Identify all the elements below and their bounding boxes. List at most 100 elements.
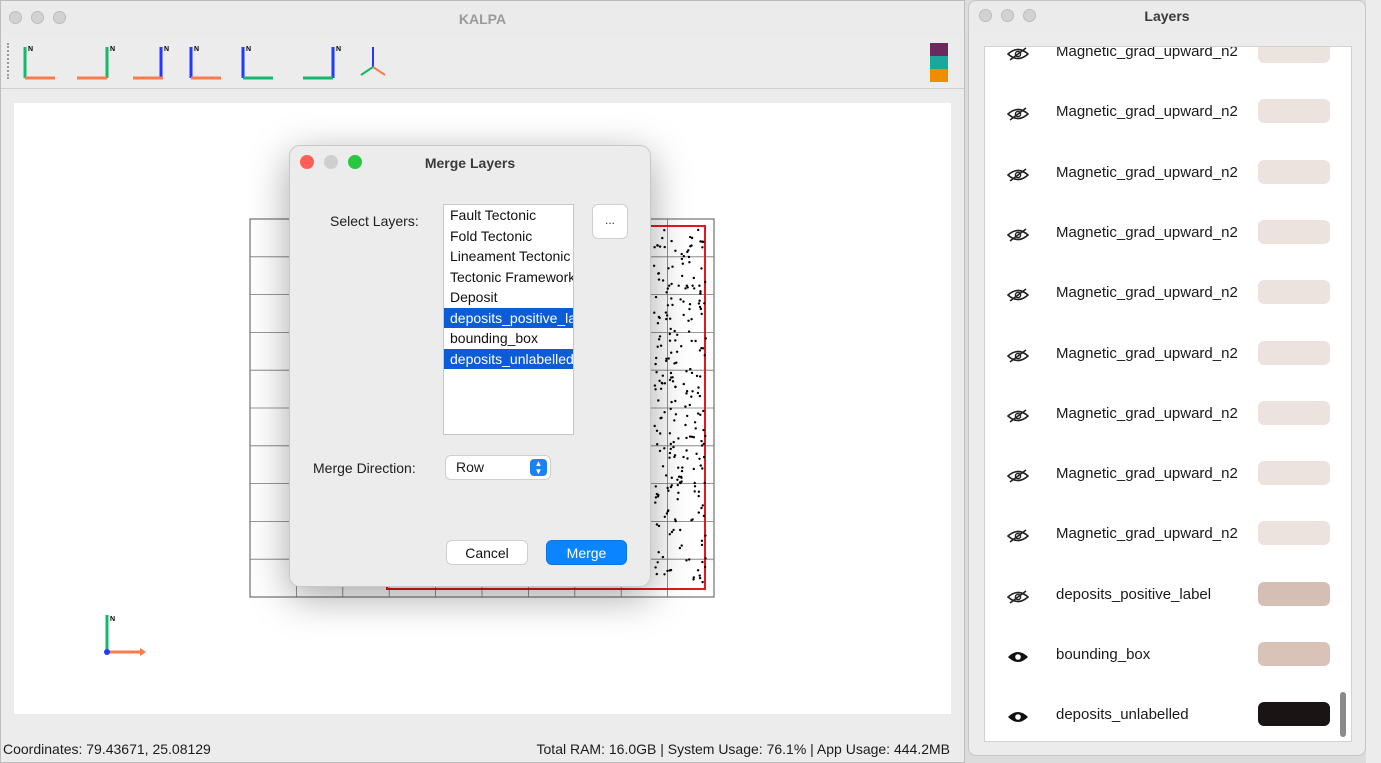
deposit-point — [686, 286, 689, 289]
layers-zoom-button[interactable] — [1023, 9, 1036, 22]
deposit-point — [702, 514, 706, 518]
close-button[interactable] — [9, 11, 22, 24]
deposit-point — [679, 298, 682, 301]
deposit-point — [680, 476, 683, 479]
layer-option[interactable]: deposits_unlabelled — [444, 348, 573, 369]
layer-option[interactable]: Deposit — [444, 287, 573, 308]
layer-color-swatch[interactable] — [1258, 280, 1330, 305]
deposit-point — [654, 496, 658, 499]
layer-row[interactable]: Magnetic_grad_upward_n2 — [985, 149, 1351, 209]
deposit-point — [699, 413, 702, 416]
deposit-point — [689, 367, 692, 371]
deposit-point — [654, 362, 657, 366]
merge-layers-dialog: Merge Layers Select Layers: Fault Tecton… — [289, 145, 651, 587]
layers-close-button[interactable] — [979, 9, 992, 22]
layer-color-swatch[interactable] — [1258, 219, 1330, 244]
select-layers-list[interactable]: Fault Tectonic Fold Tectonic Lineament Tec… — [443, 204, 574, 435]
more-options-button[interactable]: ... — [592, 204, 628, 239]
deposit-point — [698, 349, 702, 352]
deposit-point — [701, 560, 704, 564]
zoom-button[interactable] — [53, 11, 66, 24]
axis-view-3d-icon[interactable] — [360, 47, 386, 76]
deposit-point — [704, 534, 707, 537]
layer-color-swatch[interactable] — [1258, 702, 1330, 727]
layer-row[interactable]: Magnetic_grad_upward_n2 — [985, 47, 1351, 88]
layer-color-swatch[interactable] — [1258, 159, 1330, 184]
deposit-point — [697, 228, 700, 232]
swatch-purple[interactable] — [930, 43, 948, 56]
deposit-point — [674, 385, 677, 388]
deposit-point — [670, 351, 673, 354]
deposit-point — [678, 481, 682, 484]
layer-option[interactable]: bounding_box — [444, 328, 573, 349]
layers-minimize-button[interactable] — [1001, 9, 1014, 22]
layers-scrollbar[interactable] — [1340, 692, 1346, 737]
axis-view-4-icon[interactable]: N — [189, 46, 221, 80]
layer-color-swatch[interactable] — [1258, 99, 1330, 124]
deposit-point — [656, 561, 659, 564]
deposit-point — [700, 506, 703, 510]
deposit-point — [673, 329, 676, 333]
deposit-point — [687, 249, 690, 252]
deposit-point — [702, 455, 706, 459]
cancel-button[interactable]: Cancel — [446, 540, 528, 565]
svg-text:N: N — [28, 46, 33, 53]
swatch-orange[interactable] — [930, 69, 948, 82]
deposit-point — [676, 483, 679, 487]
deposit-point — [701, 347, 705, 350]
axis-view-3-icon[interactable]: N — [133, 46, 169, 80]
deposit-point — [657, 551, 660, 554]
deposit-point — [693, 490, 696, 493]
layer-row[interactable]: bounding_box — [985, 631, 1351, 691]
layer-row[interactable]: Magnetic_grad_upward_n2 — [985, 209, 1351, 269]
layer-color-swatch[interactable] — [1258, 581, 1330, 606]
deposit-point — [697, 412, 700, 415]
swatch-teal[interactable] — [930, 56, 948, 69]
deposit-point — [686, 414, 689, 418]
deposit-point — [669, 442, 672, 446]
deposit-point — [682, 382, 685, 386]
layer-option[interactable]: Fault Tectonic — [444, 205, 573, 226]
layer-option[interactable]: Fold Tectonic — [444, 226, 573, 247]
select-layers-label: Select Layers: — [330, 213, 419, 229]
toolbar-grip[interactable] — [7, 43, 9, 79]
dialog-close-button[interactable] — [300, 155, 314, 169]
layer-option[interactable]: Tectonic Framework — [444, 267, 573, 288]
layer-row[interactable]: deposits_unlabelled — [985, 691, 1351, 741]
layer-row[interactable]: Magnetic_grad_upward_n2 — [985, 450, 1351, 510]
deposit-point — [675, 361, 678, 364]
layer-color-swatch[interactable] — [1258, 521, 1330, 546]
layer-row[interactable]: Magnetic_grad_upward_n2 — [985, 510, 1351, 570]
layer-color-swatch[interactable] — [1258, 47, 1330, 63]
axis-view-2-icon[interactable]: N — [77, 46, 115, 80]
deposit-point — [697, 490, 701, 493]
layer-row[interactable]: Magnetic_grad_upward_n2 — [985, 88, 1351, 148]
axis-view-1-icon[interactable]: N — [23, 46, 55, 80]
layer-option[interactable]: deposits_positive_label — [444, 307, 573, 328]
axis-view-5-icon[interactable]: N — [241, 46, 273, 80]
deposit-point — [681, 262, 684, 265]
merge-button[interactable]: Merge — [546, 540, 627, 565]
deposit-point — [690, 339, 693, 343]
layer-row[interactable]: Magnetic_grad_upward_n2 — [985, 390, 1351, 450]
deposit-point — [654, 566, 657, 569]
layer-row[interactable]: deposits_positive_label — [985, 571, 1351, 631]
deposit-point — [669, 568, 673, 572]
axis-view-6-icon[interactable]: N — [303, 46, 341, 80]
deposit-point — [671, 265, 674, 268]
layers-list[interactable]: Magnetic_grad_upward_n2 Magnetic_grad_upw… — [984, 46, 1352, 742]
deposit-point — [685, 370, 688, 373]
merge-direction-select[interactable]: Row ▲ ▼ — [445, 455, 551, 480]
layer-color-swatch[interactable] — [1258, 642, 1330, 666]
layer-color-swatch[interactable] — [1258, 461, 1330, 486]
dialog-zoom-button[interactable] — [348, 155, 362, 169]
deposit-point — [671, 303, 674, 307]
layer-color-swatch[interactable] — [1258, 400, 1330, 425]
layer-option[interactable]: Lineament Tectonic — [444, 246, 573, 267]
layer-row[interactable]: Magnetic_grad_upward_n2 — [985, 269, 1351, 329]
layer-row[interactable]: Magnetic_grad_upward_n2 — [985, 330, 1351, 390]
minimize-button[interactable] — [31, 11, 44, 24]
layers-panel-window: Layers Magnetic_grad_upward_n2 Magnetic_g… — [968, 0, 1366, 756]
deposit-point — [700, 312, 703, 316]
layer-color-swatch[interactable] — [1258, 340, 1330, 365]
